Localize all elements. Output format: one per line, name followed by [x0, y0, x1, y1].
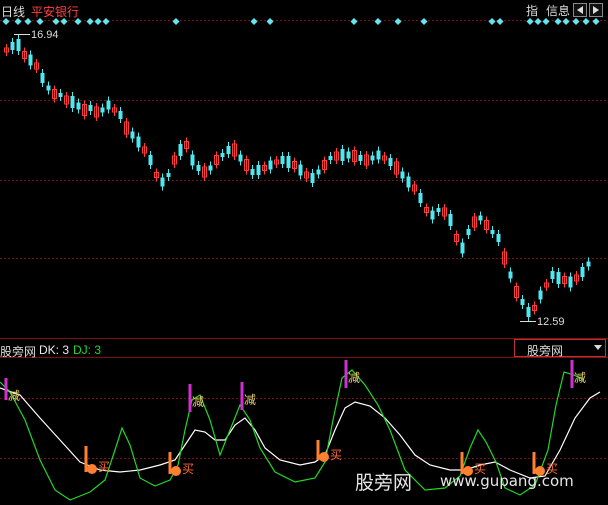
chart-canvas: 16.9412.59 减减减减 减买 买买买买: [0, 18, 608, 501]
candle-body: [406, 176, 411, 188]
candle-body: [358, 155, 363, 161]
candle-body: [76, 102, 81, 110]
info-button[interactable]: 信息: [546, 2, 570, 19]
candle-body: [370, 155, 375, 161]
candle-body: [346, 151, 351, 159]
candle-body: [160, 177, 165, 187]
candle-body: [400, 171, 405, 179]
indicator-name: 股旁网: [0, 345, 37, 359]
period-label[interactable]: 日线: [1, 3, 25, 20]
candle-body: [496, 234, 501, 242]
candle-body: [490, 230, 495, 234]
candle-body: [430, 210, 435, 220]
candle-body: [538, 290, 543, 300]
candle-body: [100, 107, 105, 113]
low-price-label: 12.59: [537, 316, 565, 328]
candle-body: [256, 165, 261, 175]
candle-body: [316, 169, 321, 175]
buy-signal-label: 买: [98, 460, 110, 474]
candle-body: [526, 307, 531, 317]
candle-body: [190, 154, 195, 166]
prev-button[interactable]: [573, 3, 587, 17]
candle-body: [40, 73, 45, 83]
candle-body: [250, 169, 255, 175]
grid-lines: [0, 20, 608, 459]
watermark-url: www.gupang.com: [440, 472, 574, 490]
candlestick-series: 16.94 12.59: [4, 29, 591, 328]
arrow-left-icon: [577, 6, 583, 14]
candle-body: [28, 54, 33, 66]
candle-body: [16, 39, 21, 51]
candle-body: [448, 214, 453, 226]
candle-body: [436, 208, 441, 212]
candle-body: [208, 165, 213, 171]
candle-body: [478, 215, 483, 221]
candle-body: [460, 242, 465, 254]
candle-body: [106, 100, 111, 110]
candle-body: [310, 173, 315, 183]
arrow-right-icon: [593, 6, 599, 14]
buy-signal-dot: [87, 464, 97, 474]
candle-body: [118, 111, 123, 119]
candle-body: [340, 149, 345, 161]
candle-body: [178, 144, 183, 156]
candle-body: [220, 153, 225, 157]
candle-body: [10, 42, 15, 50]
top-bar: [0, 0, 608, 20]
dj-value: DJ: 3: [73, 343, 102, 357]
candle-body: [376, 150, 381, 160]
sell-signal-label: 减: [244, 393, 256, 407]
buy-signal-label: 买: [182, 462, 194, 476]
sell-signal-label: 减: [348, 371, 360, 385]
candle-body: [418, 193, 423, 203]
candle-body: [136, 136, 141, 148]
candle-body: [466, 229, 471, 235]
candle-body: [328, 156, 333, 160]
buy-signal-label: 买: [330, 448, 342, 462]
candle-body: [166, 173, 171, 177]
candle-body: [196, 165, 201, 171]
candle-body: [568, 276, 573, 288]
stock-name: 平安银行: [31, 5, 80, 19]
candle-body: [580, 267, 585, 277]
indicator-selector-value: 股旁网: [527, 344, 564, 358]
candle-body: [148, 155, 153, 165]
candle-body: [550, 271, 555, 279]
sell-signal-label: 减: [574, 371, 586, 385]
candle-body: [226, 146, 231, 154]
candle-body: [556, 272, 561, 284]
candle-body: [70, 96, 75, 108]
index-button[interactable]: 指: [526, 2, 538, 19]
candle-body: [268, 160, 273, 170]
sell-signal-label: 减: [8, 389, 20, 403]
candle-body: [286, 156, 291, 168]
dk-value: DK: 3: [39, 343, 70, 357]
candle-body: [58, 93, 63, 97]
candle-body: [238, 154, 243, 162]
candle-body: [46, 85, 51, 91]
buy-signal-dot: [319, 452, 329, 462]
chevron-down-icon[interactable]: [594, 345, 602, 350]
candle-body: [130, 131, 135, 139]
candle-body: [298, 164, 303, 176]
sell-signal-label: 减: [192, 395, 204, 409]
buy-signal-dot: [171, 466, 181, 476]
candle-body: [388, 158, 393, 166]
watermark-text: 股旁网: [355, 472, 413, 494]
candle-body: [88, 105, 93, 111]
next-button[interactable]: [589, 3, 603, 17]
high-price-label: 16.94: [31, 29, 59, 41]
candle-body: [280, 156, 285, 164]
candle-body: [508, 271, 513, 279]
candle-body: [586, 261, 591, 267]
candle-body: [520, 299, 525, 305]
